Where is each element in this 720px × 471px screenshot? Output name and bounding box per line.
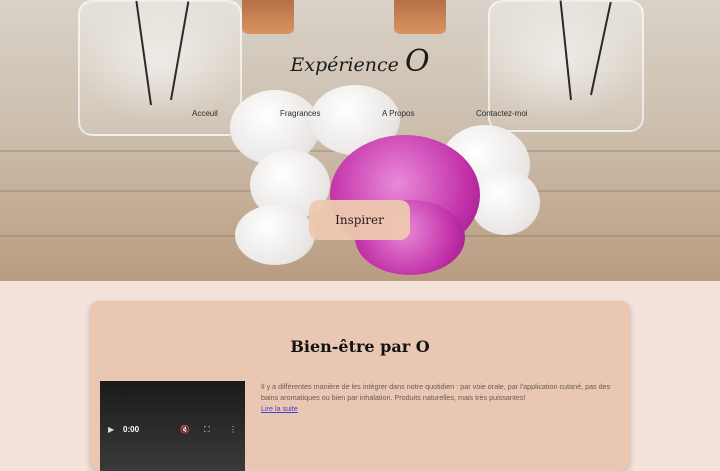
section-title: Bien-être par O [290, 337, 430, 356]
play-icon[interactable]: ▶ [108, 425, 114, 434]
oil-bottle-image [394, 0, 446, 34]
more-options-icon[interactable]: ⋮ [229, 425, 237, 434]
white-flower-petal [235, 205, 315, 265]
nav-item-fragrances[interactable]: Fragrances [280, 109, 320, 118]
site-logo[interactable]: Expérience O [0, 44, 720, 79]
logo-text: Expérience [290, 54, 399, 76]
read-more-link[interactable]: Lire la suite [261, 404, 298, 413]
video-time: 0:00 [123, 425, 140, 434]
description-text: Il y a différentes manière de les intégr… [261, 382, 611, 402]
nav-item-contact[interactable]: Contactez-moi [476, 109, 528, 118]
video-player[interactable]: ▶ 0:00 🔇 ⛶ ⋮ [100, 381, 245, 471]
nav-item-accueil[interactable]: Acceuil [192, 109, 218, 118]
white-flower-petal [470, 170, 540, 235]
content-card: Bien-être par O ▶ 0:00 🔇 ⛶ ⋮ Il y a diff… [90, 301, 630, 471]
inspirer-button[interactable]: Inspirer [309, 200, 410, 240]
logo-letter: O [404, 44, 430, 79]
mute-icon[interactable]: 🔇 [180, 425, 190, 434]
fullscreen-icon[interactable]: ⛶ [204, 425, 210, 435]
section-description: Il y a différentes manière de les intégr… [261, 381, 619, 414]
oil-bottle-image [242, 0, 294, 34]
nav-item-a-propos[interactable]: A Propos [382, 109, 414, 118]
